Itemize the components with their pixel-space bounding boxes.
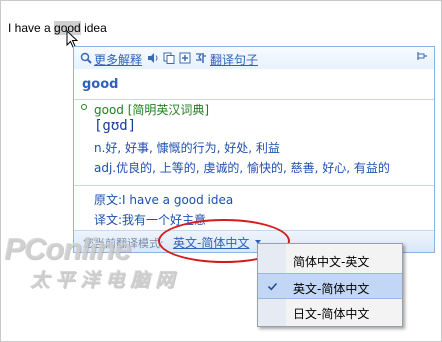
pin-icon[interactable]: [416, 51, 428, 63]
translate-sentence-link[interactable]: 翻译句子: [210, 51, 258, 68]
translation-mode-menu: 简体中文-英文 英文-简体中文 日文-简体中文: [257, 243, 403, 327]
source-text-after: idea: [80, 21, 107, 35]
phonetic: [gʊd]: [94, 118, 137, 134]
definition-adj: adj.优良的, 上等的, 虔诚的, 愉快的, 慈善, 好心, 有益的: [94, 161, 390, 175]
dict-word: good: [94, 103, 124, 117]
dictionary-entry-title: good [简明英汉词典]: [94, 101, 209, 118]
translate-sentence-icon[interactable]: [195, 52, 207, 64]
source-sentence[interactable]: I have a good idea: [8, 21, 107, 35]
copy-icon[interactable]: [163, 52, 175, 64]
menu-item-label: 简体中文-英文: [293, 255, 370, 269]
popup-toolbar: 更多解释 翻译句子: [74, 47, 434, 69]
checkmark-icon: [267, 282, 278, 291]
menu-item-ja-zh[interactable]: 日文-简体中文: [258, 299, 402, 325]
more-explanations-link[interactable]: 更多解释: [94, 51, 142, 68]
divider: [74, 99, 434, 100]
speaker-icon[interactable]: [147, 52, 159, 64]
definition-noun: n.好, 好事, 慷慨的行为, 好处, 利益: [94, 141, 280, 155]
divider: [74, 185, 434, 186]
menu-item-zh-en[interactable]: 简体中文-英文: [258, 247, 402, 273]
headword: good: [82, 77, 119, 92]
watermark-cn: 太平洋电脑网: [30, 269, 181, 291]
menu-item-label: 英文-简体中文: [293, 282, 370, 296]
menu-item-label: 日文-简体中文: [293, 307, 370, 321]
dictionary-name: [简明英汉词典]: [127, 103, 210, 117]
menu-item-en-zh[interactable]: 英文-简体中文: [258, 273, 402, 299]
watermark-brand: PConline: [4, 231, 131, 266]
watermark-logo: PConline 太平洋电脑网: [4, 231, 180, 292]
search-icon[interactable]: [80, 52, 92, 64]
add-icon[interactable]: [179, 52, 191, 64]
source-text-before: I have a: [8, 21, 55, 35]
dictionary-bullet-icon: [81, 104, 87, 110]
original-text: 原文:I have a good idea: [94, 193, 234, 207]
